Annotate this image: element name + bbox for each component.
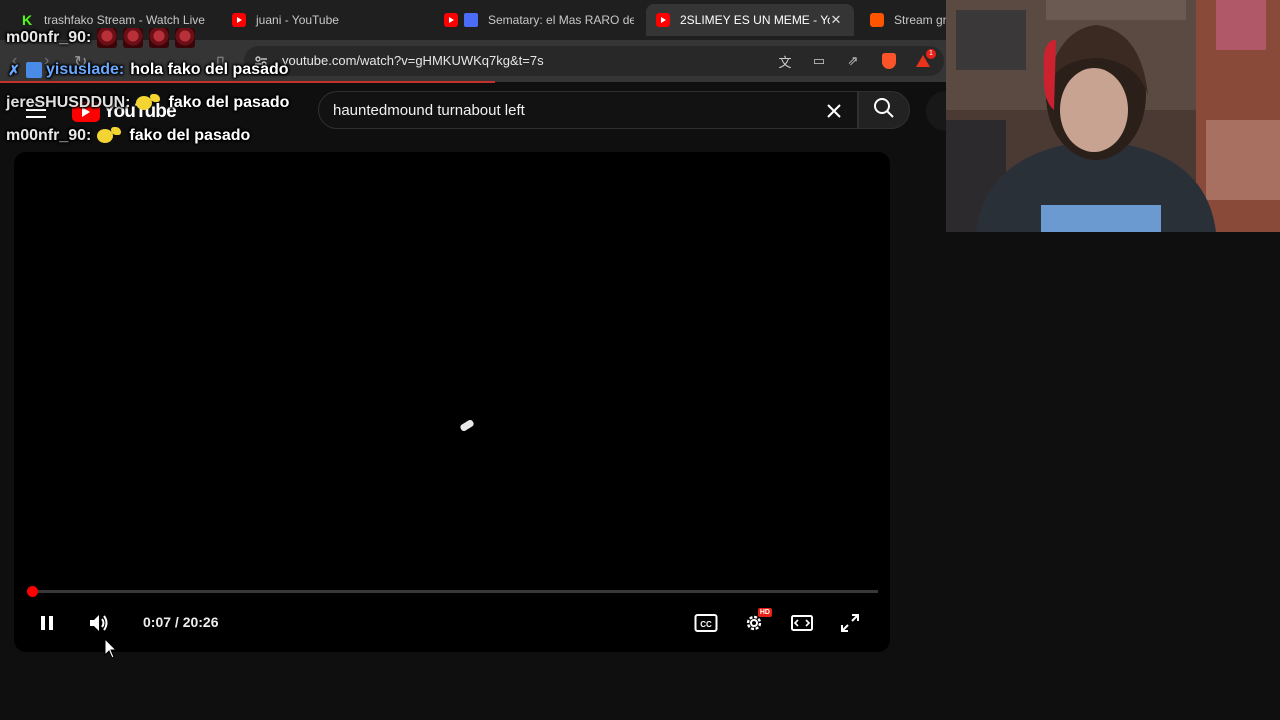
brave-rewards-icon[interactable]: 1 bbox=[914, 49, 936, 70]
volume-button[interactable] bbox=[86, 610, 112, 636]
chat-emote bbox=[136, 94, 161, 112]
svg-text:CC: CC bbox=[700, 620, 712, 629]
youtube-icon bbox=[444, 13, 458, 27]
sword-badge-icon: ✗ bbox=[8, 61, 20, 78]
theater-icon bbox=[791, 615, 813, 631]
kick-icon: K bbox=[21, 12, 33, 28]
document-icon bbox=[464, 13, 478, 27]
youtube-icon bbox=[232, 13, 246, 27]
progress-bar[interactable] bbox=[32, 590, 878, 593]
tab-sematary[interactable]: Sematary: el Mas RARO de bbox=[434, 4, 634, 36]
fullscreen-icon bbox=[841, 614, 859, 632]
tab-title: Sematary: el Mas RARO de bbox=[488, 13, 634, 27]
search-icon bbox=[872, 96, 896, 125]
chat-message: ✗ yisuslade: hola fako del pasado bbox=[6, 61, 289, 79]
close-tab-icon[interactable]: ✕ bbox=[828, 12, 844, 28]
tab-juani-youtube[interactable]: juani - YouTube bbox=[222, 4, 422, 36]
chat-emote bbox=[97, 127, 122, 145]
cast-icon[interactable]: ▭ bbox=[810, 52, 828, 70]
settings-button[interactable]: HD bbox=[741, 608, 772, 636]
progress-scrubber[interactable] bbox=[27, 586, 38, 597]
chat-message: jereSHUSDDUN: fako del pasado bbox=[6, 94, 289, 112]
chat-username: jereSHUSDDUN: bbox=[6, 94, 131, 111]
search-query: hauntedmound turnabout left bbox=[333, 102, 525, 119]
theater-mode-button[interactable] bbox=[789, 610, 815, 636]
tab-title: juani - YouTube bbox=[256, 13, 339, 27]
subscriber-badge-icon bbox=[26, 62, 42, 78]
tab-title: Stream gr bbox=[894, 13, 947, 27]
chat-emote bbox=[97, 28, 118, 48]
chat-message: m00nfr_90: fako del pasado bbox=[6, 127, 250, 145]
chat-username: m00nfr_90: bbox=[6, 127, 92, 144]
chat-emote bbox=[123, 28, 144, 48]
address-bar[interactable]: youtube.com/watch?v=gHMKUWKq7kg&t=7s 文 ▭… bbox=[244, 46, 944, 76]
translate-icon[interactable]: 文 bbox=[776, 52, 794, 70]
fullscreen-button[interactable] bbox=[837, 610, 863, 636]
tab-stream[interactable]: Stream gr bbox=[860, 4, 950, 36]
youtube-icon bbox=[656, 13, 670, 27]
chat-emote bbox=[149, 28, 170, 48]
video-player[interactable]: 0:07 / 20:26 CC HD bbox=[14, 152, 890, 652]
search-button[interactable] bbox=[858, 91, 910, 129]
notification-badge: 1 bbox=[926, 49, 936, 59]
chat-text: fako del pasado bbox=[168, 94, 290, 111]
time-display: 0:07 / 20:26 bbox=[143, 614, 219, 630]
chat-username: yisuslade: bbox=[46, 61, 125, 78]
mouse-cursor-icon bbox=[104, 637, 118, 665]
captions-icon: CC bbox=[694, 614, 718, 632]
search-input[interactable]: hauntedmound turnabout left bbox=[318, 91, 858, 129]
chat-message: m00nfr_90: bbox=[6, 28, 196, 48]
loading-spinner bbox=[459, 418, 475, 433]
soundcloud-icon bbox=[870, 13, 884, 27]
pause-icon bbox=[41, 616, 53, 630]
chat-emote bbox=[175, 28, 196, 48]
webcam-feed bbox=[946, 0, 1280, 232]
share-icon[interactable]: ⇗ bbox=[844, 52, 862, 70]
tab-2slimey-active[interactable]: 2SLIMEY ES UN MEME - Yo ✕ bbox=[646, 4, 854, 36]
chat-username: m00nfr_90: bbox=[6, 29, 92, 46]
brave-shields-icon[interactable] bbox=[880, 52, 898, 70]
tab-title: 2SLIMEY ES UN MEME - Yo bbox=[680, 13, 830, 27]
tab-title: trashfako Stream - Watch Live bbox=[44, 13, 205, 27]
hd-badge: HD bbox=[757, 608, 772, 617]
volume-icon bbox=[90, 615, 108, 631]
url-text: youtube.com/watch?v=gHMKUWKq7kg&t=7s bbox=[282, 53, 544, 68]
captions-button[interactable]: CC bbox=[693, 610, 719, 636]
clear-search-icon[interactable] bbox=[821, 98, 847, 124]
pause-button[interactable] bbox=[34, 610, 60, 636]
chat-text: hola fako del pasado bbox=[130, 61, 289, 78]
chat-text: fako del pasado bbox=[129, 127, 251, 144]
